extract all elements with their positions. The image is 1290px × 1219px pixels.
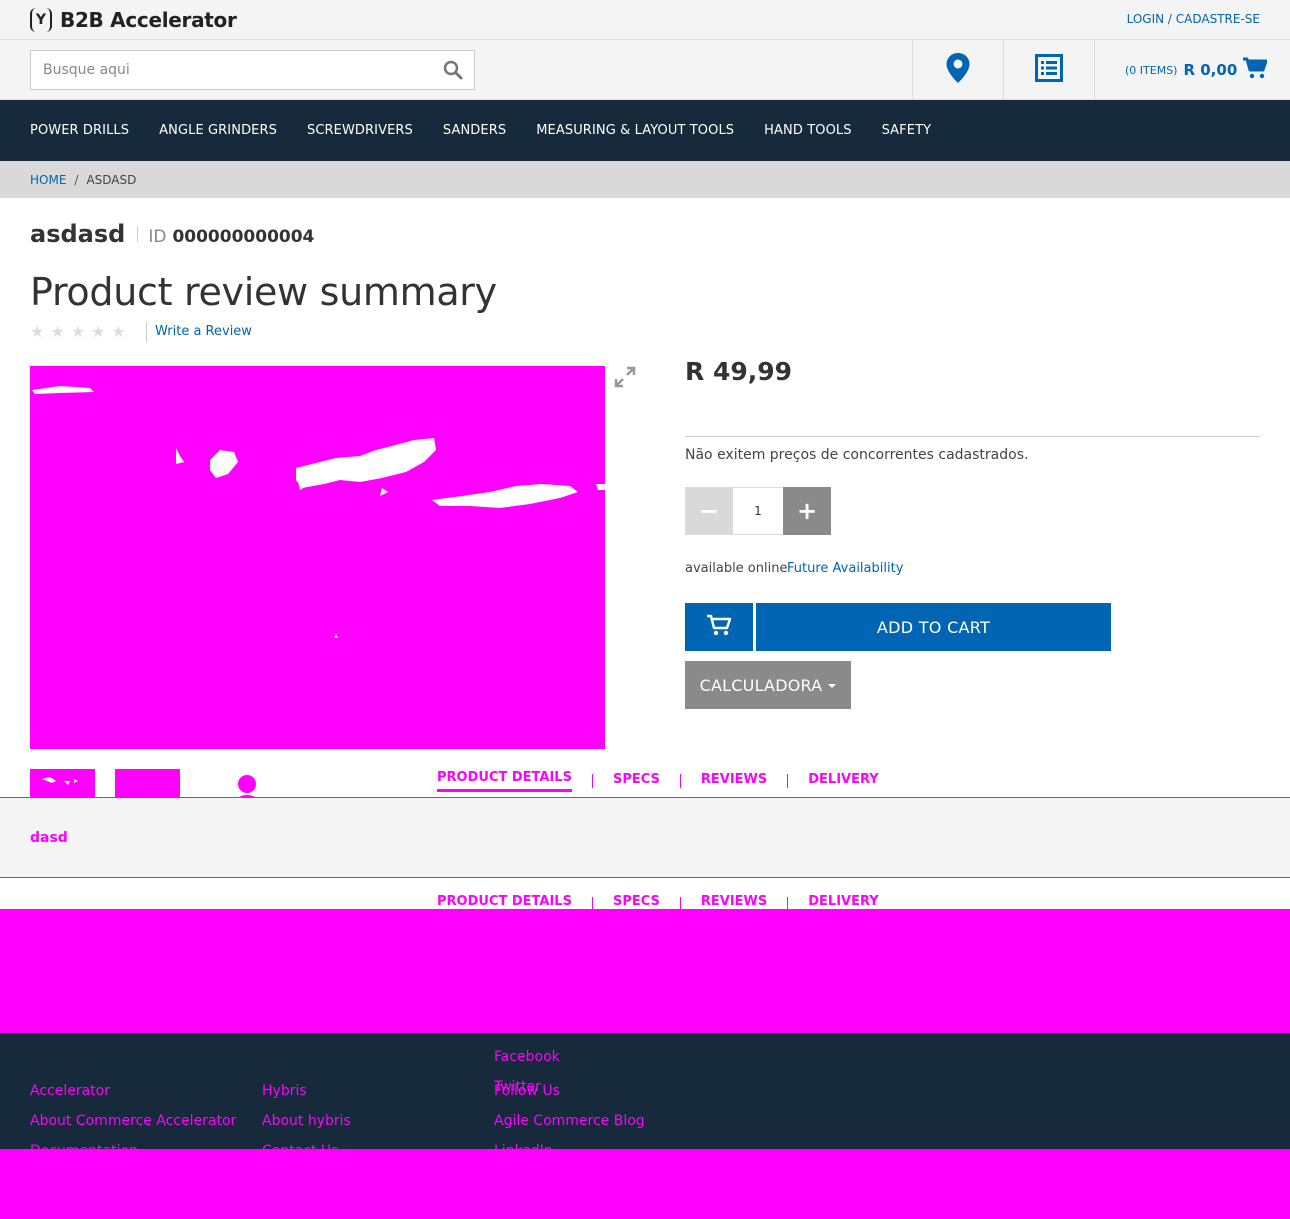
- tab-divider: [591, 774, 593, 788]
- quantity-decrement-button[interactable]: −: [685, 487, 733, 535]
- cart-item-count: (0 ITEMS): [1125, 63, 1178, 77]
- star-icon: ★: [91, 322, 106, 341]
- product-header: asdasd ID 000000000004: [30, 220, 314, 248]
- tab-product-details[interactable]: PRODUCT DETAILS: [437, 770, 572, 792]
- expand-image-icon[interactable]: [614, 366, 636, 388]
- footer-link-documentation-overflow[interactable]: Documentation: [30, 1021, 138, 1037]
- footer: Documentation Contact Us LinkedIn Facebo…: [0, 1021, 1290, 1159]
- search-row: (0 ITEMS) R 0,00: [0, 40, 1290, 100]
- footer-link-agile-blog[interactable]: Agile Commerce Blog: [494, 1113, 645, 1129]
- list-icon: [1035, 54, 1063, 86]
- product-tabs: PRODUCT DETAILS SPECS REVIEWS DELIVERY: [437, 770, 879, 792]
- footer-link-linkedin[interactable]: LinkedIn: [494, 1021, 553, 1037]
- footer-link-about-hybris[interactable]: About hybris: [262, 1113, 351, 1129]
- footer-heading-follow-us: Follow Us: [494, 1083, 560, 1099]
- cart-icon: [1243, 57, 1268, 83]
- nav-item-sanders[interactable]: SANDERS: [443, 123, 506, 138]
- nav-item-safety[interactable]: SAFETY: [882, 123, 932, 138]
- availability-status: available online: [685, 561, 788, 576]
- product-price: R 49,99: [685, 357, 793, 386]
- brand-name: B2B Accelerator: [60, 8, 237, 32]
- nav-item-power-drills[interactable]: POWER DRILLS: [30, 123, 129, 138]
- search-input[interactable]: [31, 51, 421, 89]
- nav-item-screwdrivers[interactable]: SCREWDRIVERS: [307, 123, 413, 138]
- quick-order-button[interactable]: [1003, 40, 1094, 100]
- mini-cart[interactable]: (0 ITEMS) R 0,00: [1094, 40, 1290, 100]
- tab-divider: [679, 774, 681, 788]
- login-link[interactable]: LOGIN / CADASTRE-SE: [1127, 12, 1260, 26]
- future-availability-link[interactable]: Future Availability: [787, 561, 903, 576]
- product-id-label: ID: [148, 227, 167, 247]
- product-image[interactable]: [30, 366, 605, 749]
- cart-total: R 0,00: [1183, 61, 1238, 79]
- breadcrumb-separator: /: [74, 172, 79, 187]
- search-box: [30, 50, 475, 90]
- top-bar: Y B2B Accelerator LOGIN / CADASTRE-SE: [0, 0, 1290, 40]
- footer-link-contact-overflow[interactable]: Contact Us: [262, 1021, 338, 1037]
- star-icon: ★: [30, 322, 45, 341]
- nav-item-measuring-layout-tools[interactable]: MEASURING & LAYOUT TOOLS: [536, 123, 734, 138]
- product-id: 000000000004: [172, 227, 315, 247]
- footer-heading-hybris: Hybris: [262, 1083, 307, 1099]
- star-icon: ★: [111, 322, 126, 341]
- quantity-input[interactable]: [733, 487, 783, 535]
- nav-item-angle-grinders[interactable]: ANGLE GRINDERS: [159, 123, 277, 138]
- tab-panel: [0, 798, 1290, 878]
- quantity-stepper: − +: [685, 487, 831, 535]
- breadcrumb-home[interactable]: HOME: [30, 173, 66, 187]
- rating-stars: ★ ★ ★ ★ ★: [30, 322, 126, 341]
- cart-icon: [706, 613, 732, 641]
- search-icon[interactable]: [442, 59, 464, 81]
- tab-reviews[interactable]: REVIEWS: [701, 772, 767, 791]
- store-locator-button[interactable]: [912, 40, 1003, 100]
- breadcrumb: HOME / ASDASD: [0, 161, 1290, 198]
- add-to-cart-button[interactable]: ADD TO CART: [756, 603, 1111, 651]
- header-divider: [137, 226, 139, 242]
- footer-link-about-accelerator[interactable]: About Commerce Accelerator: [30, 1113, 236, 1129]
- add-to-cart-group: ADD TO CART: [685, 603, 1111, 651]
- footer-heading-accelerator: Accelerator: [30, 1083, 110, 1099]
- pickup-cart-button[interactable]: [685, 603, 753, 651]
- calculator-dropdown[interactable]: CALCULADORA: [685, 661, 851, 709]
- logo[interactable]: Y B2B Accelerator: [30, 8, 237, 32]
- tab-specs[interactable]: SPECS: [613, 772, 660, 791]
- product-image-artifacts: [32, 386, 605, 638]
- footer-bottom-placeholder: [0, 1149, 1290, 1219]
- price-divider: [685, 436, 1260, 437]
- star-icon: ★: [50, 322, 65, 341]
- tab-delivery[interactable]: DELIVERY: [808, 772, 878, 791]
- page-title: Product review summary: [30, 270, 497, 314]
- logo-mark-icon: Y: [30, 8, 52, 32]
- competitor-prices-note: Não exitem preços de concorrentes cadast…: [685, 447, 1029, 463]
- quantity-increment-button[interactable]: +: [783, 487, 831, 535]
- nav-item-hand-tools[interactable]: HAND TOOLS: [764, 123, 851, 138]
- breadcrumb-current: ASDASD: [86, 172, 137, 187]
- star-icon: ★: [70, 322, 86, 341]
- map-pin-icon: [945, 52, 971, 88]
- product-name: asdasd: [30, 220, 126, 248]
- product-details-content: dasd: [30, 830, 68, 846]
- calculator-label: CALCULADORA: [699, 675, 823, 695]
- tab-divider: [787, 774, 789, 788]
- write-review-link[interactable]: Write a Review: [146, 322, 252, 342]
- footer-placeholder-band: [0, 909, 1290, 1033]
- category-nav: POWER DRILLS ANGLE GRINDERS SCREWDRIVERS…: [0, 100, 1290, 161]
- footer-link-facebook[interactable]: Facebook: [494, 1049, 560, 1065]
- caret-down-icon: [828, 684, 837, 688]
